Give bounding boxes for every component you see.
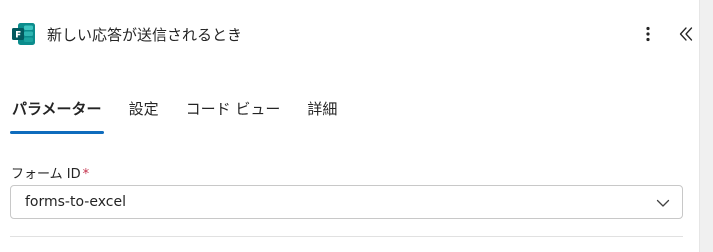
tab-about[interactable]: 詳細	[307, 94, 337, 134]
tab-label: 詳細	[307, 100, 338, 118]
form-id-label-text: フォーム ID	[11, 167, 81, 182]
form-id-label: フォーム ID *	[11, 163, 89, 182]
tab-code-view[interactable]: コード ビュー	[186, 94, 281, 134]
chevron-down-icon	[656, 199, 670, 207]
tab-label: パラメーター	[12, 100, 102, 118]
microsoft-forms-icon	[12, 22, 36, 46]
more-options-button[interactable]	[636, 22, 660, 46]
trigger-details-panel: 新しい応答が送信されるとき パラメーター 設定 コード ビュー 詳細 フォーム …	[0, 0, 699, 252]
tab-parameters[interactable]: パラメーター	[10, 94, 104, 134]
panel-header: 新しい応答が送信されるとき	[12, 19, 699, 49]
collapse-panel-button[interactable]	[674, 22, 698, 46]
tab-settings[interactable]: 設定	[129, 94, 159, 134]
form-id-dropdown[interactable]: forms-to-excel	[10, 185, 683, 219]
trigger-title: 新しい応答が送信されるとき	[47, 25, 243, 44]
tab-label: 設定	[128, 100, 159, 118]
more-vertical-icon	[646, 26, 650, 42]
required-indicator: *	[82, 167, 90, 182]
form-id-selected-value: forms-to-excel	[25, 194, 126, 210]
tab-label: コード ビュー	[185, 100, 281, 118]
double-chevron-left-icon	[679, 27, 693, 41]
vertical-scrollbar[interactable]	[699, 0, 713, 252]
tab-bar: パラメーター 設定 コード ビュー 詳細	[10, 94, 364, 134]
section-divider	[10, 236, 683, 237]
